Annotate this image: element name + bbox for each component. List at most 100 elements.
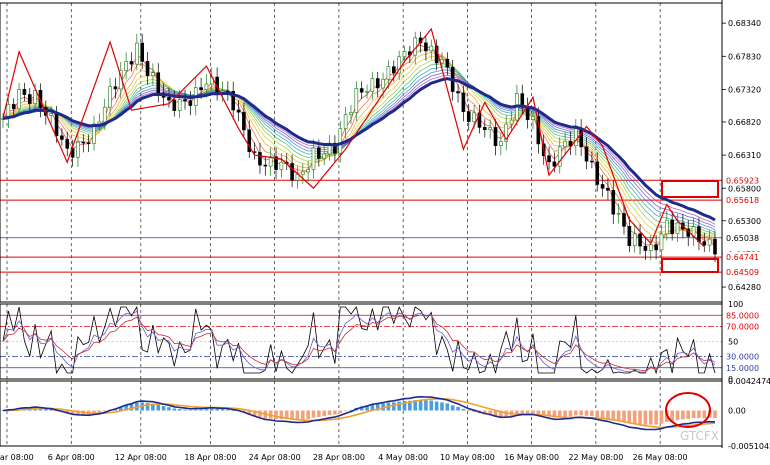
- candle-body: [531, 116, 535, 120]
- macd-histogram-bar: [611, 410, 616, 421]
- level-tag: 0.65923: [726, 176, 759, 185]
- candle-body: [124, 61, 128, 72]
- macd-histogram-bar: [424, 400, 428, 411]
- candle-body: [81, 141, 86, 144]
- candle-body: [151, 72, 155, 76]
- candle-body: [311, 147, 316, 170]
- macd-histogram-bar: [220, 409, 225, 411]
- level-tag: 0.64741: [726, 253, 759, 262]
- macd-histogram-bar: [697, 410, 701, 419]
- rsi-level-tag: 70.0000: [726, 323, 759, 332]
- candle-body: [102, 106, 107, 123]
- macd-histogram-bar: [590, 410, 594, 417]
- candle-body: [375, 78, 380, 89]
- macd-histogram-bar: [659, 410, 664, 424]
- macd-tick-label: 0.0042474: [728, 377, 770, 386]
- level-tag: 0.65618: [726, 196, 759, 205]
- candle-body: [177, 99, 182, 111]
- candle-body: [113, 86, 118, 90]
- time-tick-label: 16 May 08:00: [504, 453, 559, 462]
- candle-body: [702, 241, 707, 246]
- candle-body: [643, 245, 648, 251]
- current-price-tag: 0.65038: [726, 234, 759, 243]
- macd-histogram-bar: [300, 410, 305, 420]
- macd-histogram-bar: [338, 410, 343, 414]
- watermark-text: GTCFX: [680, 429, 719, 443]
- candle-body: [279, 161, 284, 170]
- candle-body: [632, 233, 637, 246]
- macd-histogram-bar: [274, 410, 278, 420]
- candle-body: [429, 45, 434, 52]
- time-tick-label: 4 May 08:00: [378, 453, 428, 462]
- time-tick-label: 18 Apr 08:00: [184, 453, 236, 462]
- macd-histogram-bar: [563, 410, 567, 417]
- candle-body: [381, 78, 385, 89]
- chart-background: [0, 0, 770, 465]
- candle-body: [563, 140, 567, 148]
- candle-body: [140, 42, 144, 62]
- macd-histogram-bar: [172, 408, 177, 411]
- candle-body: [22, 89, 27, 95]
- macd-histogram-bar: [161, 406, 166, 411]
- candle-body: [76, 141, 80, 158]
- candle-body: [552, 161, 557, 167]
- macd-histogram-bar: [600, 410, 605, 419]
- level-tag: 0.64509: [726, 268, 759, 277]
- candle-body: [242, 111, 246, 131]
- time-tick-label: 31 Mar 08:00: [0, 453, 34, 462]
- candle-body: [60, 135, 64, 140]
- candle-body: [290, 163, 294, 181]
- macd-histogram-bar: [616, 410, 621, 422]
- candle-body: [263, 164, 268, 167]
- time-tick-label: 6 Apr 08:00: [48, 453, 95, 462]
- time-tick-label: 26 May 08:00: [633, 453, 688, 462]
- macd-histogram-bar: [209, 408, 214, 411]
- macd-histogram-bar: [568, 410, 573, 417]
- candle-body: [590, 160, 594, 163]
- candle-body: [675, 222, 680, 235]
- candle-body: [402, 51, 407, 58]
- macd-histogram-bar: [333, 410, 337, 415]
- macd-histogram-bar: [520, 410, 525, 414]
- macd-histogram-bar: [525, 410, 530, 414]
- price-tick-label: 0.64280: [728, 283, 761, 292]
- macd-histogram-bar: [713, 410, 717, 419]
- time-tick-label: 28 Apr 08:00: [313, 453, 365, 462]
- candle-body: [638, 233, 642, 247]
- candle-body: [365, 91, 369, 93]
- candle-body: [338, 128, 343, 154]
- macd-histogram-bar: [456, 406, 460, 411]
- candle-body: [509, 119, 514, 125]
- forex-chart: 0.683400.678300.673200.668200.663100.658…: [0, 0, 770, 465]
- candle-body: [359, 88, 364, 93]
- price-tick-label: 0.65300: [728, 217, 761, 226]
- candle-body: [466, 111, 471, 122]
- macd-histogram-bar: [627, 410, 632, 424]
- macd-histogram-bar: [622, 410, 626, 423]
- candle-body: [188, 100, 193, 106]
- macd-histogram-bar: [654, 410, 658, 425]
- candle-body: [49, 113, 53, 116]
- macd-histogram-bar: [638, 410, 642, 425]
- macd-histogram-bar: [177, 409, 182, 411]
- macd-tick-label: 0.00: [728, 407, 746, 416]
- candle-body: [483, 127, 487, 131]
- time-tick-label: 22 May 08:00: [568, 453, 623, 462]
- macd-histogram-bar: [648, 410, 653, 425]
- rsi-level-tag: 85.0000: [726, 311, 759, 320]
- candle-body: [584, 146, 589, 162]
- macd-histogram-bar: [391, 402, 396, 411]
- candle-body: [707, 238, 712, 246]
- candle-body: [445, 58, 450, 68]
- time-tick-label: 24 Apr 08:00: [249, 453, 301, 462]
- macd-histogram-bar: [199, 409, 203, 411]
- rsi-tick-label: 100: [728, 300, 743, 309]
- candle-body: [349, 112, 353, 115]
- macd-histogram-bar: [440, 402, 444, 411]
- macd-histogram-bar: [686, 410, 691, 420]
- candle-body: [659, 233, 664, 251]
- candle-body: [145, 61, 150, 76]
- candle-body: [648, 244, 653, 251]
- rsi-level-tag: 30.0000: [726, 353, 759, 362]
- candle-body: [595, 161, 600, 185]
